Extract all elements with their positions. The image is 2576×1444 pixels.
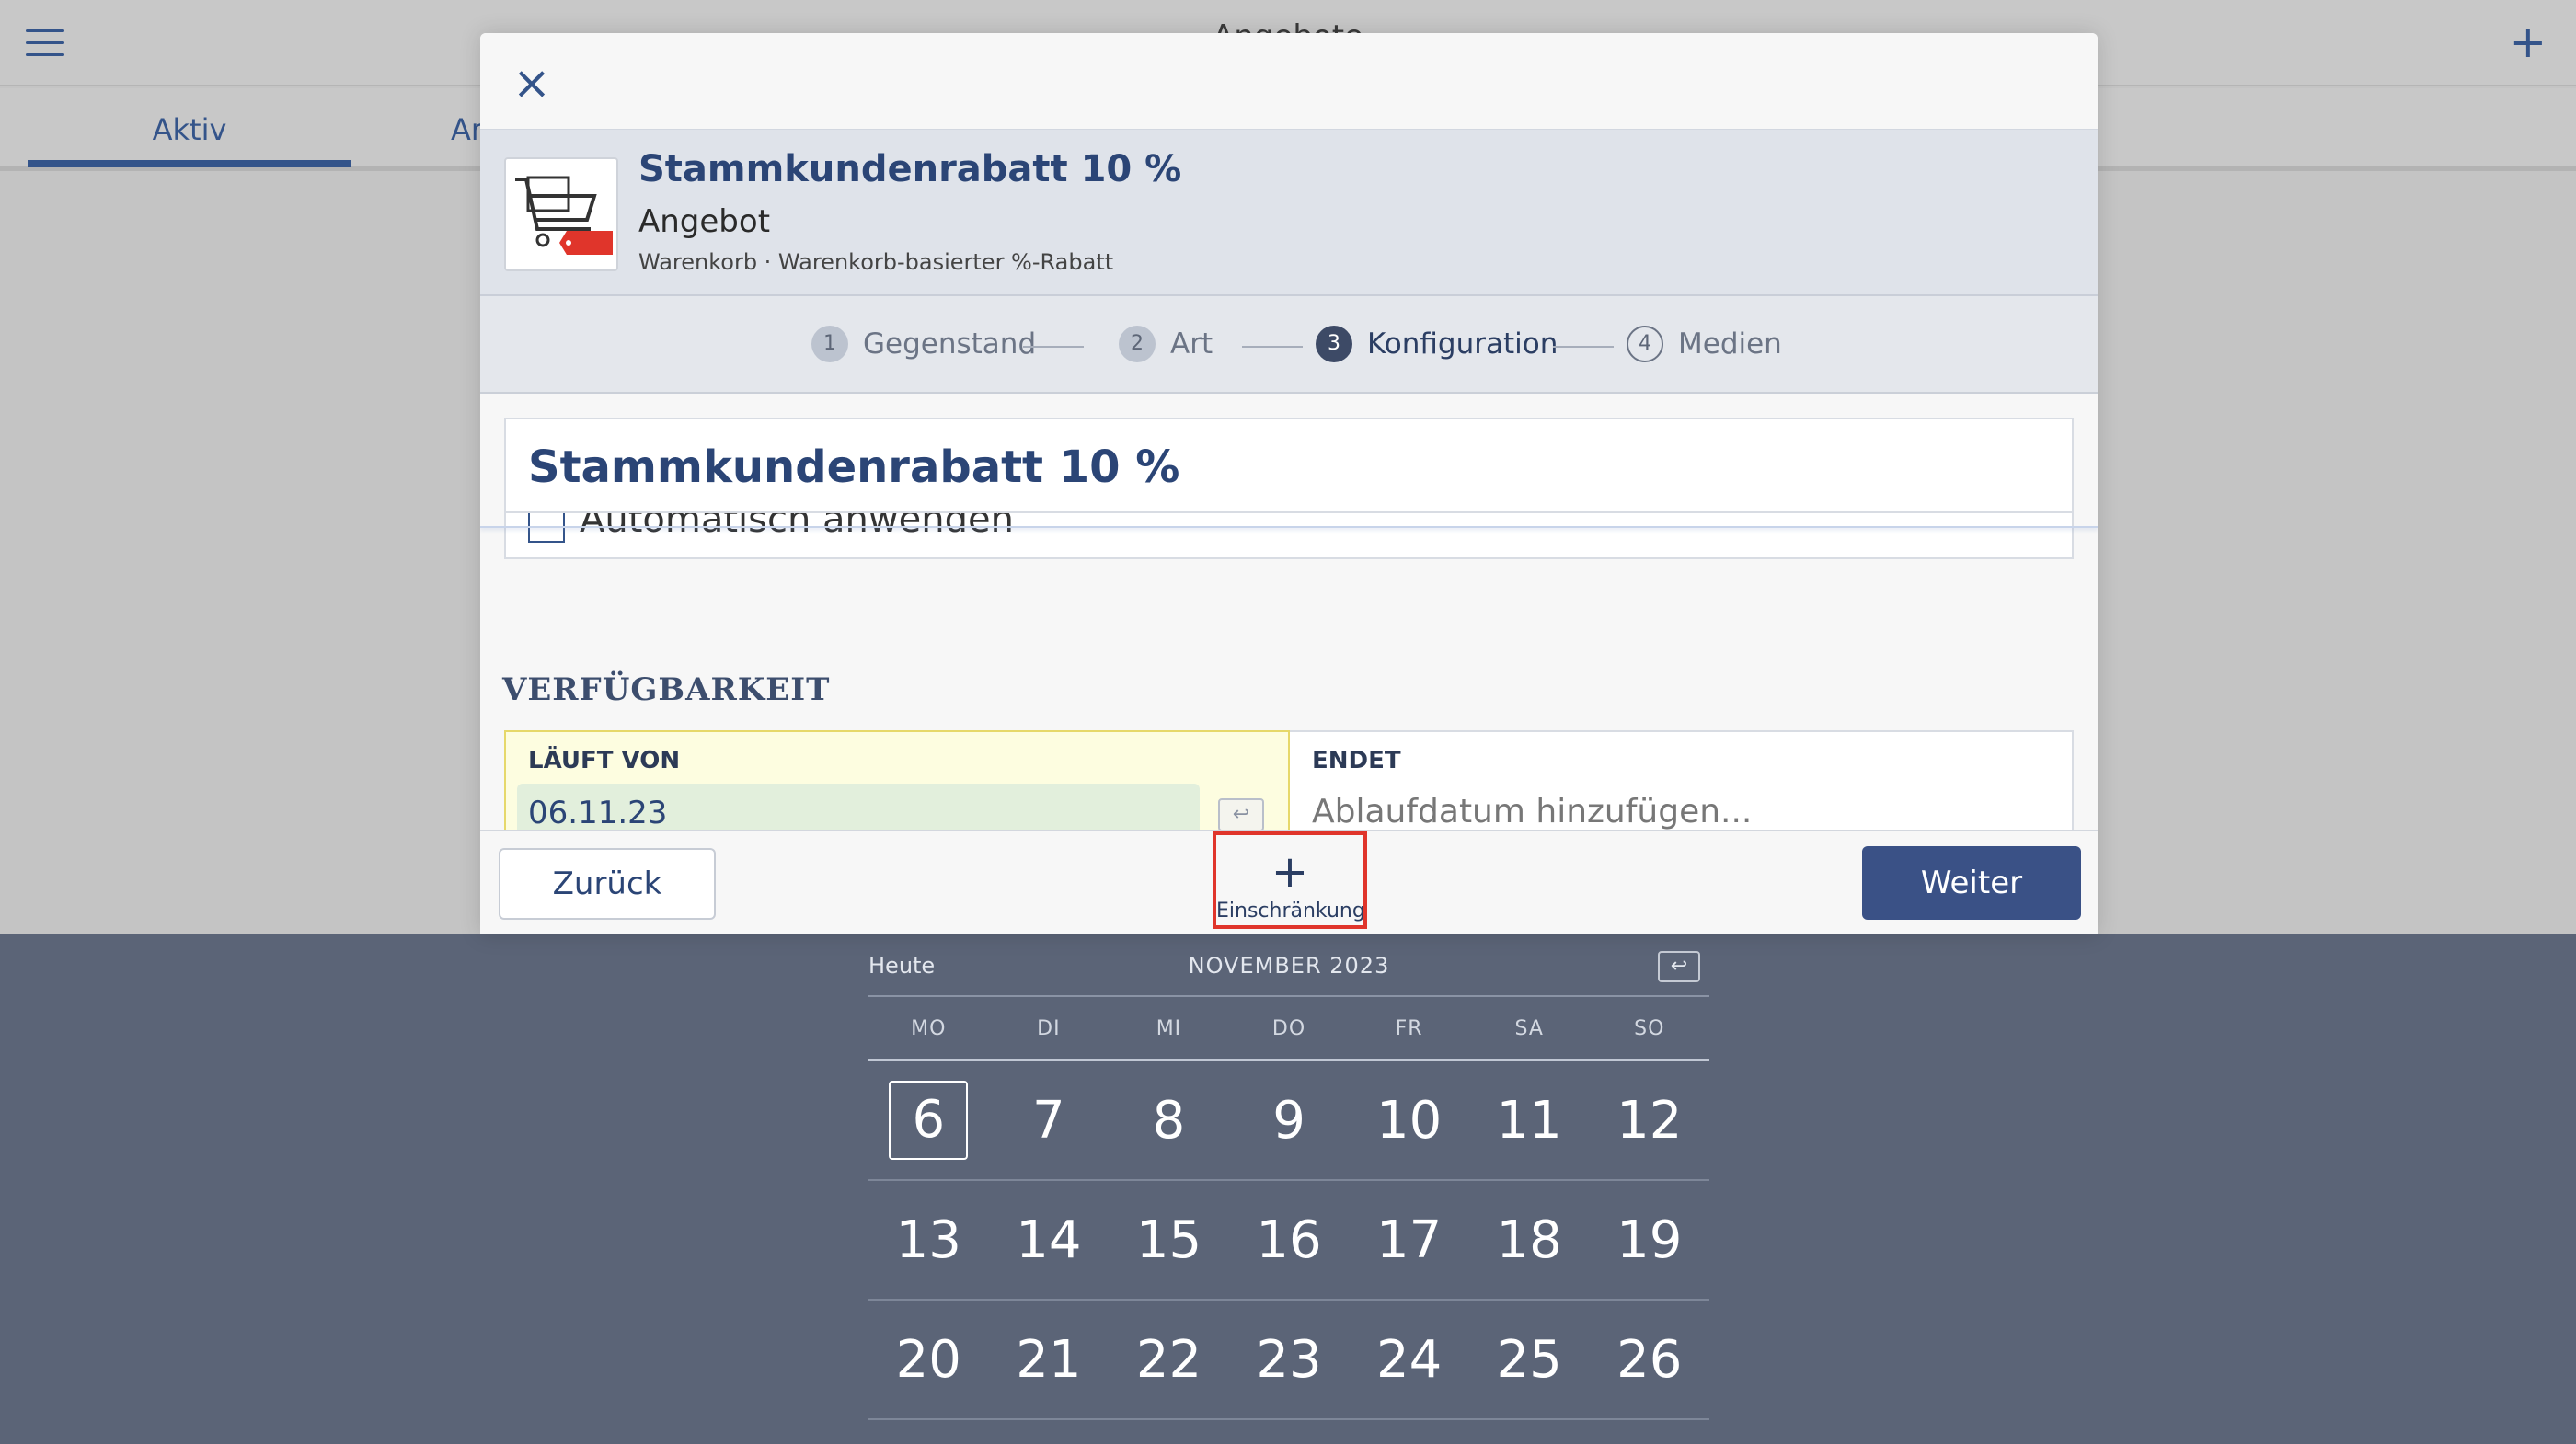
calendar-day[interactable]: 9 <box>1229 1061 1350 1179</box>
calendar-day[interactable]: 23 <box>1229 1301 1350 1418</box>
product-type: Angebot <box>638 203 771 240</box>
step-label: Medien <box>1678 327 1782 361</box>
step-medien[interactable]: 4 Medien <box>1627 326 1782 362</box>
step-number: 2 <box>1119 326 1156 362</box>
configuration-form: Automatisch anwenden Stammkundenrabatt 1… <box>480 394 2098 842</box>
calendar-day[interactable]: 8 <box>1109 1061 1229 1179</box>
step-connector <box>1242 346 1303 348</box>
step-art[interactable]: 2 Art <box>1119 326 1213 362</box>
date-picker-panel: Heute NOVEMBER 2023 ↩ MO DI MI DO FR SA … <box>0 934 2576 1444</box>
calendar-day[interactable]: 10 <box>1349 1061 1469 1179</box>
calendar-week: 6 7 8 9 10 11 12 <box>868 1061 1709 1181</box>
calendar-day[interactable]: 25 <box>1469 1301 1590 1418</box>
close-icon[interactable]: × <box>506 59 558 110</box>
step-number: 3 <box>1316 326 1352 362</box>
calendar-day[interactable]: 17 <box>1349 1181 1469 1299</box>
start-date-field[interactable]: LÄUFT VON 06.11.23 ↩ <box>504 730 1290 842</box>
wizard-stepper: 1 Gegenstand 2 Art 3 Konfiguration 4 Med… <box>480 296 2098 394</box>
calendar-week: 20 21 22 23 24 25 26 <box>868 1301 1709 1420</box>
step-label: Konfiguration <box>1367 327 1558 361</box>
weekday-label: SA <box>1514 1017 1544 1040</box>
step-connector <box>1023 346 1084 348</box>
modal-top-bar: × <box>480 33 2098 129</box>
calendar-day[interactable]: 24 <box>1349 1301 1469 1418</box>
step-label: Gegenstand <box>863 327 1037 361</box>
modal-footer: Zurück + Einschränkung Weiter <box>480 830 2098 934</box>
end-date-field[interactable]: ENDET Ablaufdatum hinzufügen... <box>1290 730 2074 833</box>
step-number: 1 <box>811 326 848 362</box>
calendar-day[interactable]: 11 <box>1469 1061 1590 1179</box>
calendar-day[interactable]: 18 <box>1469 1181 1590 1299</box>
step-konfiguration[interactable]: 3 Konfiguration <box>1316 326 1558 362</box>
weekday-label: SO <box>1634 1017 1665 1040</box>
calendar-day-label: 6 <box>889 1081 969 1160</box>
calendar-weekdays: MO DI MI DO FR SA SO <box>868 997 1709 1061</box>
checkbox-icon[interactable] <box>528 513 565 543</box>
calendar-day[interactable]: 21 <box>989 1301 1110 1418</box>
auto-apply-label: Automatisch anwenden <box>580 513 1014 541</box>
weekday-label: DI <box>1037 1017 1061 1040</box>
step-label: Art <box>1170 327 1213 361</box>
calendar-day[interactable]: 15 <box>1109 1181 1229 1299</box>
availability-title: VERFÜGBARKEIT <box>502 671 831 708</box>
step-gegenstand[interactable]: 1 Gegenstand <box>811 326 1036 362</box>
weekday-label: MI <box>1156 1017 1182 1040</box>
add-restriction-label: Einschränkung <box>1216 900 1365 923</box>
offer-name-field[interactable]: Stammkundenrabatt 10 % <box>504 418 2074 513</box>
calendar-day[interactable]: 13 <box>868 1181 989 1299</box>
calendar-day-selected[interactable]: 6 <box>868 1061 989 1179</box>
next-button[interactable]: Weiter <box>1862 846 2081 920</box>
tab-aktiv[interactable]: Aktiv <box>28 112 351 147</box>
add-icon[interactable]: + <box>2510 20 2547 64</box>
calendar-day[interactable]: 16 <box>1229 1181 1350 1299</box>
calendar-month: NOVEMBER 2023 <box>1188 953 1390 979</box>
step-connector <box>1553 346 1614 348</box>
auto-apply-row[interactable]: Automatisch anwenden <box>504 513 2074 559</box>
weekday-label: FR <box>1395 1017 1423 1040</box>
weekday-label: MO <box>911 1017 947 1040</box>
cart-discount-icon <box>504 157 618 271</box>
back-button[interactable]: Zurück <box>499 848 716 920</box>
product-info: Stammkundenrabatt 10 % Angebot Warenkorb… <box>480 129 2098 296</box>
availability-dates: LÄUFT VON 06.11.23 ↩ ENDET Ablaufdatum h… <box>504 730 2074 842</box>
product-title: Stammkundenrabatt 10 % <box>638 148 1182 190</box>
calendar-day[interactable]: 14 <box>989 1181 1110 1299</box>
tab-active-indicator <box>28 160 351 167</box>
return-icon[interactable]: ↩ <box>1218 798 1264 831</box>
end-date-placeholder[interactable]: Ablaufdatum hinzufügen... <box>1312 793 1752 831</box>
calendar-day[interactable]: 19 <box>1589 1181 1709 1299</box>
return-icon[interactable]: ↩ <box>1658 951 1700 982</box>
calendar-day[interactable]: 26 <box>1589 1301 1709 1418</box>
start-date-label: LÄUFT VON <box>528 747 681 774</box>
calendar-day[interactable]: 12 <box>1589 1061 1709 1179</box>
tab-archiv[interactable]: Ar <box>451 112 483 147</box>
calendar-day[interactable]: 20 <box>868 1301 989 1418</box>
calendar-day[interactable]: 7 <box>989 1061 1110 1179</box>
calendar: Heute NOVEMBER 2023 ↩ MO DI MI DO FR SA … <box>868 934 1709 1420</box>
add-restriction-button[interactable]: + Einschränkung <box>1213 831 1367 929</box>
plus-icon: + <box>1271 846 1309 898</box>
weekday-label: DO <box>1271 1017 1306 1040</box>
product-path: Warenkorb · Warenkorb-basierter %-Rabatt <box>638 249 1114 275</box>
calendar-week: 13 14 15 16 17 18 19 <box>868 1181 1709 1301</box>
offer-name-value: Stammkundenrabatt 10 % <box>528 441 1180 493</box>
calendar-header: Heute NOVEMBER 2023 ↩ <box>868 934 1709 997</box>
calendar-day[interactable]: 22 <box>1109 1301 1229 1418</box>
offer-wizard-modal: × Stammkundenrabatt 10 % Angebot Warenko… <box>480 33 2098 934</box>
step-number: 4 <box>1627 326 1663 362</box>
end-date-label: ENDET <box>1312 747 1401 774</box>
